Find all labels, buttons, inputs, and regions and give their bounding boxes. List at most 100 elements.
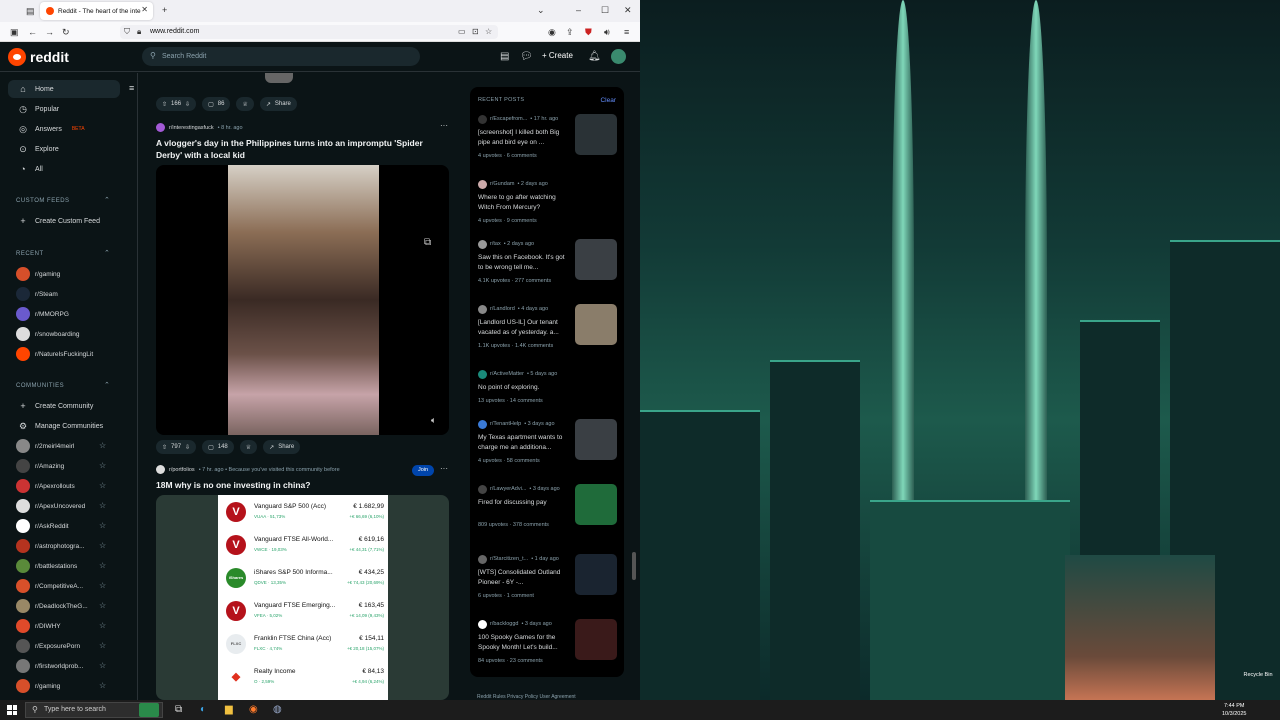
upvote-icon[interactable]: ⇧ [162, 101, 167, 108]
screenshot-icon[interactable]: ⊡ [472, 27, 479, 36]
share-button[interactable]: ↗ Share [263, 440, 301, 454]
manage-communities[interactable]: ⚙ Manage Communities [8, 417, 120, 435]
sidebar-item-home[interactable]: ⌂ Home [8, 80, 120, 98]
task-view-icon[interactable]: ⧉ [175, 704, 182, 715]
comments-button[interactable]: ▢ 148 [202, 440, 234, 454]
extension-icon[interactable]: ◉ [548, 27, 556, 38]
steam-icon[interactable]: ◍ [273, 704, 282, 715]
address-bar[interactable]: ⛉ 🔒︎ www.reddit.com ▭ ⊡ ☆ [120, 25, 498, 39]
subreddit-link[interactable]: r/portfolios [169, 467, 195, 473]
close-tab-icon[interactable]: ✕ [141, 5, 148, 14]
ublock-icon[interactable]: ⛊ [585, 27, 592, 38]
forward-icon[interactable]: → [45, 27, 54, 37]
recent-item[interactable]: r/MMORPG [16, 305, 116, 323]
reddit-logo[interactable]: reddit [8, 48, 69, 66]
favorite-star-icon[interactable]: ☆ [99, 441, 106, 450]
chat-icon[interactable]: 💬︎ [520, 51, 533, 62]
favorite-star-icon[interactable]: ☆ [99, 581, 106, 590]
recent-item[interactable]: r/Steam [16, 285, 116, 303]
award-button[interactable]: ♕ [239, 440, 258, 454]
reload-icon[interactable]: ↻ [62, 27, 70, 38]
recycle-bin-icon[interactable]: Recycle Bin [1238, 672, 1278, 678]
favorite-star-icon[interactable]: ☆ [99, 661, 106, 670]
system-clock[interactable]: 7:44 PM 10/3/2025 [1222, 702, 1246, 718]
downvote-icon[interactable]: ⇩ [185, 444, 190, 451]
back-icon[interactable]: ← [28, 27, 37, 37]
edge-icon[interactable]: ◐ [200, 704, 206, 715]
subreddit-link[interactable]: r/interestingasfuck [169, 125, 214, 131]
widget-icon[interactable] [139, 703, 159, 717]
recent-post-item[interactable]: r/Gundam • 2 days ago Where to go after w… [478, 179, 618, 224]
more-options-icon[interactable]: ··· [440, 464, 448, 473]
chevron-up-icon[interactable]: ⌃ [104, 381, 110, 389]
create-community[interactable]: + Create Community [8, 397, 120, 415]
new-tab-icon[interactable]: + [162, 5, 167, 15]
windows-start-icon[interactable] [7, 705, 17, 715]
favorite-star-icon[interactable]: ☆ [99, 461, 106, 470]
recent-post-item[interactable]: r/Starcitizen_t... • 1 day ago [WTS] Cons… [478, 554, 618, 599]
menu-icon[interactable]: ≡ [624, 27, 629, 37]
firefox-icon[interactable]: ◉ [249, 704, 258, 715]
notifications-bell-icon[interactable]: 🔔︎ [588, 51, 601, 62]
clear-button[interactable]: Clear [600, 97, 616, 104]
favorite-star-icon[interactable]: ☆ [99, 521, 106, 530]
maximize-icon[interactable]: ☐ [601, 5, 609, 16]
award-button[interactable]: ♕ [236, 97, 254, 111]
create-custom-feed[interactable]: + Create Custom Feed [8, 212, 120, 230]
vote-button[interactable]: ⇧ 797 ⇩ [156, 440, 197, 454]
recent-item[interactable]: r/NatureIsFuckingLit [16, 345, 116, 363]
recent-post-item[interactable]: r/Landlord • 4 days ago [Landlord US-IL] … [478, 304, 618, 349]
post-title[interactable]: 18M why is no one investing in china? [156, 479, 446, 491]
share-button[interactable]: ↗ Share [259, 97, 297, 111]
reader-view-icon[interactable]: ▭ [458, 27, 466, 36]
favorite-star-icon[interactable]: ☆ [99, 621, 106, 630]
search-input[interactable]: ⚲ Search Reddit [142, 47, 420, 66]
favorite-star-icon[interactable]: ☆ [99, 681, 106, 690]
join-button[interactable]: Join [412, 465, 434, 476]
sidebar-item-answers[interactable]: ◎ Answers BETA [8, 120, 120, 138]
tab-list-icon[interactable]: ▤ [26, 6, 35, 17]
sidebar-item-explore[interactable]: ⊙ Explore [8, 140, 120, 158]
communities-heading[interactable]: COMMUNITIES [16, 383, 64, 389]
speaker-icon[interactable]: 🔊︎ [604, 27, 610, 38]
vote-button[interactable]: ⇧ 166 ⇩ [156, 97, 197, 111]
favorite-star-icon[interactable]: ☆ [99, 601, 106, 610]
recent-post-item[interactable]: r/tax • 2 days ago Saw this on Facebook. … [478, 239, 618, 284]
advertise-icon[interactable]: ▤ [500, 51, 509, 62]
favorite-star-icon[interactable]: ☆ [99, 501, 106, 510]
minimize-icon[interactable]: – [576, 5, 581, 15]
more-options-icon[interactable]: ··· [440, 121, 448, 130]
recent-heading[interactable]: RECENT [16, 251, 44, 257]
recent-post-item[interactable]: r/ActiveMatter • 5 days ago No point of e… [478, 369, 618, 404]
sidebar-item-popular[interactable]: ◷ Popular [8, 100, 120, 118]
recent-item[interactable]: r/snowboarding [16, 325, 116, 343]
favorite-star-icon[interactable]: ☆ [99, 641, 106, 650]
favorite-star-icon[interactable]: ☆ [99, 481, 106, 490]
sidebar-toggle-icon[interactable]: ▣ [10, 27, 19, 38]
chevron-down-icon[interactable]: ⌄ [537, 5, 545, 16]
recent-post-item[interactable]: r/Escapefrom... • 17 hr. ago [screenshot]… [478, 114, 618, 159]
volume-icon[interactable]: 🔈︎ [431, 415, 436, 426]
browser-tab[interactable]: Reddit - The heart of the inte ✕ [40, 2, 153, 20]
share-icon[interactable]: ⇪ [566, 27, 574, 38]
media-thumbnail[interactable] [265, 73, 293, 83]
post-video[interactable]: ⧉ 🔈︎ [156, 165, 449, 435]
chevron-up-icon[interactable]: ⌃ [104, 249, 110, 257]
recent-item[interactable]: r/gaming [16, 265, 116, 283]
create-button[interactable]: + Create [542, 51, 573, 60]
chevron-up-icon[interactable]: ⌃ [104, 196, 110, 204]
downvote-icon[interactable]: ⇩ [185, 101, 190, 108]
user-avatar[interactable] [611, 49, 626, 64]
post-image[interactable]: V Vanguard S&P 500 (Acc) € 1.682,99 VUAA · … [156, 495, 449, 700]
favorite-star-icon[interactable]: ☆ [99, 541, 106, 550]
post-title[interactable]: A vlogger's day in the Philippines turns… [156, 137, 446, 161]
recent-post-item[interactable]: r/LawyerAdvi... • 3 days ago Fired for di… [478, 484, 618, 528]
scrollbar-thumb[interactable] [632, 552, 636, 580]
close-window-icon[interactable]: ✕ [624, 5, 632, 16]
picture-in-picture-icon[interactable]: ⧉ [424, 237, 431, 248]
file-explorer-icon[interactable]: ▆ [225, 704, 233, 715]
comments-button[interactable]: ▢ 86 [202, 97, 231, 111]
recent-post-item[interactable]: r/backloggd • 3 days ago 100 Spooky Games… [478, 619, 618, 664]
upvote-icon[interactable]: ⇧ [162, 444, 167, 451]
sidebar-item-all[interactable]: ◔ All [8, 160, 120, 178]
